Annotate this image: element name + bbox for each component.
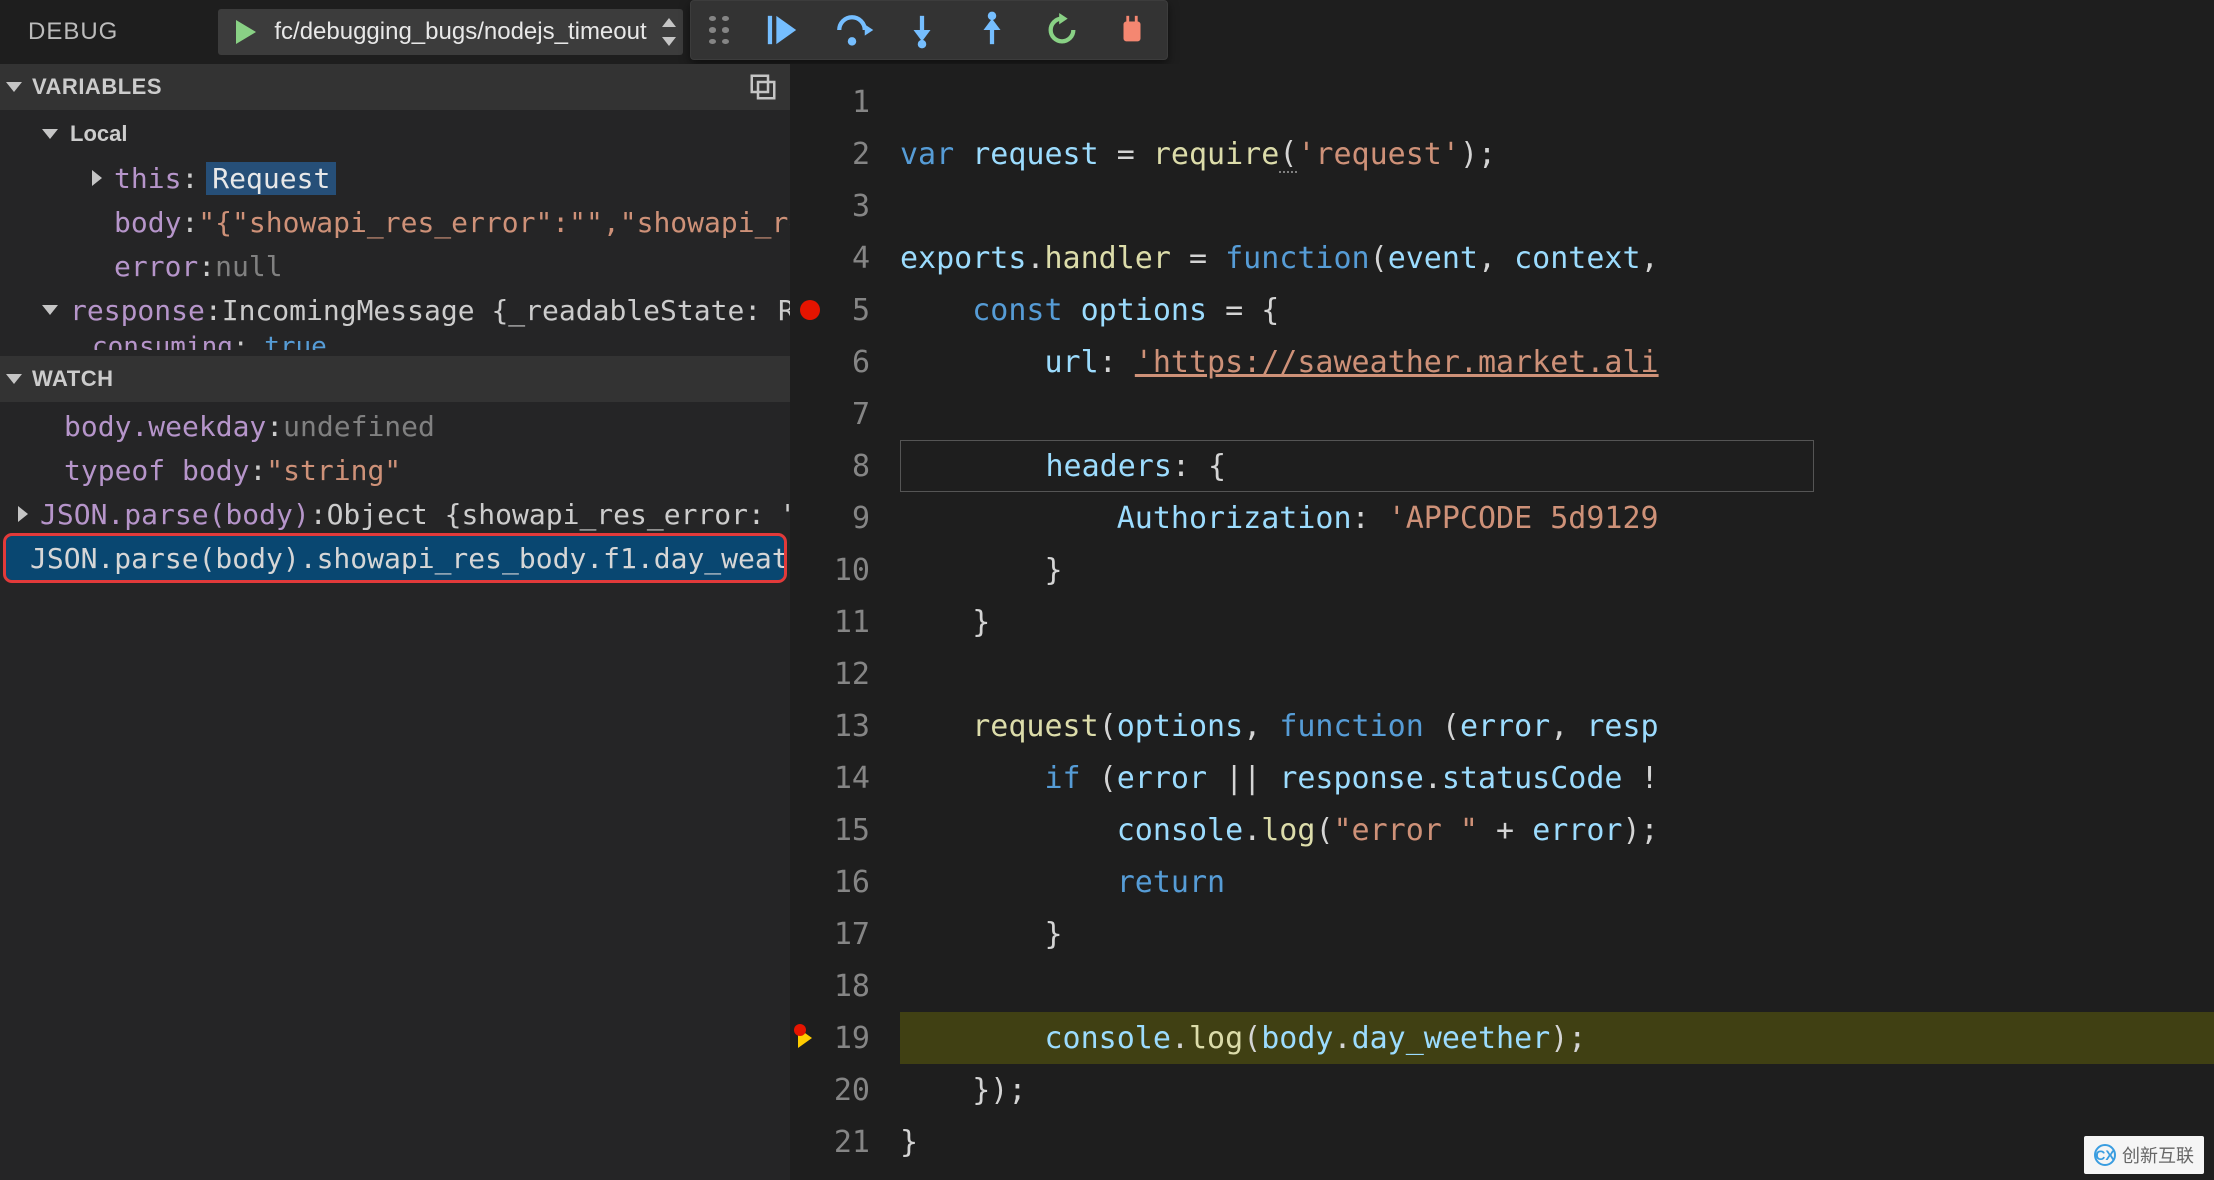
line-number: 15 <box>790 804 900 856</box>
drag-handle-icon[interactable] <box>709 16 729 44</box>
line-number: 9 <box>790 492 900 544</box>
line-number: 12 <box>790 648 900 700</box>
watch-expr-1[interactable]: body.weekday: undefined <box>0 404 790 448</box>
line-number-current[interactable]: 19 <box>790 1012 900 1064</box>
line-number: 20 <box>790 1064 900 1116</box>
debug-controls-toolbar[interactable] <box>690 0 1168 60</box>
play-icon <box>236 20 256 44</box>
line-number-breakpoint[interactable]: 5 <box>790 284 900 336</box>
collapse-all-icon[interactable] <box>748 72 778 102</box>
variable-consuming[interactable]: consuming: true <box>0 332 790 350</box>
line-number: 14 <box>790 752 900 804</box>
line-number: 18 <box>790 960 900 1012</box>
watch-section-header[interactable]: WATCH <box>0 356 790 402</box>
chevron-down-icon <box>42 129 58 139</box>
disconnect-icon[interactable] <box>1115 13 1149 47</box>
continue-icon[interactable] <box>765 13 799 47</box>
line-number: 1 <box>790 76 900 128</box>
local-label: Local <box>70 121 127 147</box>
step-over-icon[interactable] <box>835 13 869 47</box>
watch-key: body.weekday <box>64 410 266 443</box>
var-value: Request <box>206 162 336 195</box>
variables-tree[interactable]: Local this: Request body: "{"showapi_res… <box>0 110 790 356</box>
line-number: 16 <box>790 856 900 908</box>
variables-label: VARIABLES <box>32 74 162 100</box>
var-value: IncomingMessage {_readableState: Readabl… <box>222 294 790 327</box>
var-value: "{"showapi_res_error":"","showapi_res_id… <box>198 206 790 239</box>
launch-config-selector[interactable]: fc/debugging_bugs/nodejs_timeout <box>218 9 682 55</box>
debug-title: DEBUG <box>28 18 118 46</box>
line-number: 13 <box>790 700 900 752</box>
var-key: body <box>114 206 181 239</box>
var-value: null <box>215 250 282 283</box>
var-key: error <box>114 250 198 283</box>
line-number: 2 <box>790 128 900 180</box>
restart-icon[interactable] <box>1045 13 1079 47</box>
local-scope-header[interactable]: Local <box>0 112 790 156</box>
line-number: 10 <box>790 544 900 596</box>
updown-icon <box>659 17 679 47</box>
watch-value: "string" <box>266 454 401 487</box>
watch-label: WATCH <box>32 366 114 392</box>
variable-error[interactable]: error: null <box>0 244 790 288</box>
var-key: response <box>70 294 205 327</box>
editor-area[interactable]: 1 2 3 4 5 6 7 8 9 10 11 12 13 14 15 16 1… <box>790 64 2214 1180</box>
var-key: this <box>114 162 181 195</box>
line-number: 7 <box>790 388 900 440</box>
chevron-down-icon <box>6 82 22 92</box>
line-number: 4 <box>790 232 900 284</box>
watermark-badge: CX创新互联 <box>2084 1136 2204 1174</box>
watch-key: JSON.parse(body).showapi_res_body.f1.day… <box>30 542 784 575</box>
watch-key: JSON.parse(body) <box>40 498 310 531</box>
watch-tree[interactable]: body.weekday: undefined typeof body: "st… <box>0 402 790 586</box>
editor-content[interactable]: var request = require('request'); export… <box>900 64 2214 1180</box>
watch-value: Object {showapi_res_error: "", showapi_… <box>327 498 790 531</box>
editor-gutter: 1 2 3 4 5 6 7 8 9 10 11 12 13 14 15 16 1… <box>790 64 900 1180</box>
chevron-down-icon <box>6 374 22 384</box>
chevron-right-icon <box>92 170 102 186</box>
line-number: 8 <box>790 440 900 492</box>
line-number: 3 <box>790 180 900 232</box>
variable-response[interactable]: response: IncomingMessage {_readableStat… <box>0 288 790 332</box>
line-number: 21 <box>790 1116 900 1168</box>
line-number: 6 <box>790 336 900 388</box>
watch-key: typeof body <box>64 454 249 487</box>
current-exec-line: console.log(body.day_weether); <box>900 1012 2214 1064</box>
line-number: 11 <box>790 596 900 648</box>
watch-expr-4-selected[interactable]: JSON.parse(body).showapi_res_body.f1.day… <box>6 536 784 580</box>
debug-topbar: DEBUG fc/debugging_bugs/nodejs_timeout <box>0 0 2214 64</box>
line-number: 17 <box>790 908 900 960</box>
step-out-icon[interactable] <box>975 13 1009 47</box>
variables-section-header[interactable]: VARIABLES <box>0 64 790 110</box>
watch-value: undefined <box>283 410 435 443</box>
config-name: fc/debugging_bugs/nodejs_timeout <box>268 18 652 46</box>
variable-this[interactable]: this: Request <box>0 156 790 200</box>
variable-body[interactable]: body: "{"showapi_res_error":"","showapi_… <box>0 200 790 244</box>
chevron-right-icon <box>18 506 28 522</box>
watch-expr-3[interactable]: JSON.parse(body): Object {showapi_res_er… <box>0 492 790 536</box>
chevron-down-icon <box>42 305 58 315</box>
debug-sidebar: VARIABLES Local this: Request <box>0 64 790 1180</box>
step-into-icon[interactable] <box>905 13 939 47</box>
watch-expr-2[interactable]: typeof body: "string" <box>0 448 790 492</box>
